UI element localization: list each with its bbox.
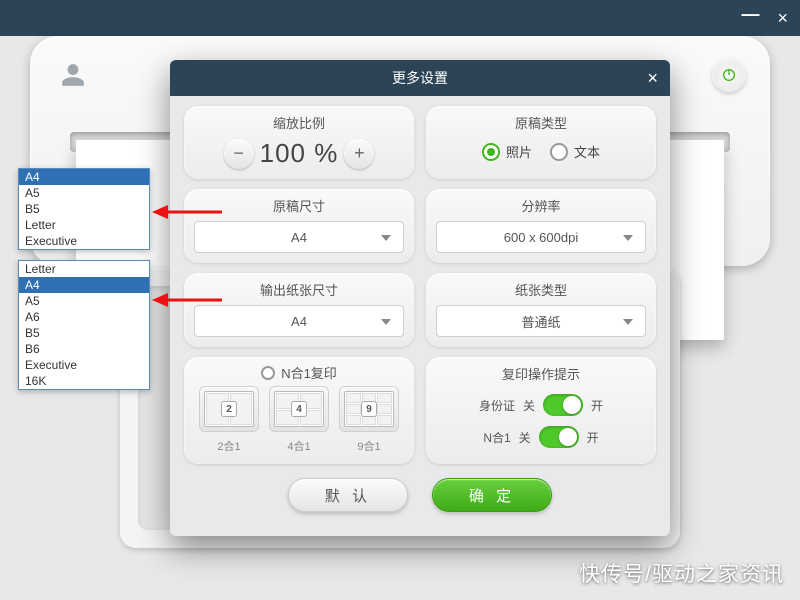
default-button[interactable]: 默 认 [288,478,408,512]
doctype-photo-radio[interactable]: 照片 [482,142,532,161]
dialog-title: 更多设置 [392,68,448,88]
list-item[interactable]: Letter [19,261,149,277]
list-item[interactable]: A4 [19,169,149,185]
nin1-4-option[interactable]: 4 [269,386,329,432]
resolution-label: 分辨率 [436,195,646,221]
user-icon [56,58,90,92]
app-titlebar: — × [0,0,800,36]
outsize-dropdown[interactable]: A4 [194,305,404,337]
list-item[interactable]: Executive [19,233,149,249]
tips-id-toggle[interactable] [543,394,583,416]
more-settings-dialog: 更多设置 × 缩放比例 − 100 % + 原稿类型 照片 文本 原稿尺寸 A4… [170,60,670,536]
outsize-options-list[interactable]: LetterA4A5A6B5B6Executive16K [18,260,150,390]
copy-tips-label: 复印操作提示 [436,363,646,389]
zoom-card: 缩放比例 − 100 % + [184,106,414,179]
copy-tips-card: 复印操作提示 身份证 关 开 N合1 关 开 [426,357,656,464]
tips-on-label: 开 [591,397,603,414]
list-item[interactable]: B5 [19,325,149,341]
doctype-label: 原稿类型 [436,112,646,138]
docsize-label: 原稿尺寸 [194,195,404,221]
list-item[interactable]: B6 [19,341,149,357]
list-item[interactable]: B5 [19,201,149,217]
tips-on-label: 开 [587,429,599,446]
chevron-down-icon [623,319,633,325]
nin1-2-option[interactable]: 2 [199,386,259,432]
power-button[interactable] [712,58,746,92]
papertype-label: 纸张类型 [436,279,646,305]
doctype-card: 原稿类型 照片 文本 [426,106,656,179]
nin1-sub-labels: 2合14合19合1 [194,434,404,454]
list-item[interactable]: Letter [19,217,149,233]
docsize-dropdown[interactable]: A4 [194,221,404,253]
resolution-dropdown[interactable]: 600 x 600dpi [436,221,646,253]
papertype-card: 纸张类型 普通纸 [426,273,656,347]
ok-button[interactable]: 确 定 [432,478,552,512]
dialog-close-button[interactable]: × [647,68,658,89]
zoom-minus-button[interactable]: − [224,139,254,169]
list-item[interactable]: 16K [19,373,149,389]
zoom-value: 100 % [260,138,339,169]
list-item[interactable]: Executive [19,357,149,373]
list-item[interactable]: A5 [19,185,149,201]
list-item[interactable]: A5 [19,293,149,309]
docsize-options-list[interactable]: A4A5B5LetterExecutive [18,168,150,250]
list-item[interactable]: A4 [19,277,149,293]
tips-off-label: 关 [519,429,531,446]
nin1-card: N合1复印 2 4 9 2合14合19合1 [184,357,414,464]
tips-id-label: 身份证 [479,397,515,414]
list-item[interactable]: A6 [19,309,149,325]
close-button[interactable]: × [777,9,788,27]
annotation-arrow-icon [150,200,225,224]
chevron-down-icon [381,235,391,241]
papertype-dropdown[interactable]: 普通纸 [436,305,646,337]
nin1-label: N合1复印 [194,363,404,382]
annotation-arrow-icon [150,288,225,312]
tips-off-label: 关 [523,397,535,414]
zoom-plus-button[interactable]: + [344,139,374,169]
watermark-text: 快传号/驱动之家资讯 [579,558,784,588]
minimize-button[interactable]: — [741,5,759,23]
chevron-down-icon [381,319,391,325]
tips-n-toggle[interactable] [539,426,579,448]
nin1-9-option[interactable]: 9 [339,386,399,432]
outsize-label: 输出纸张尺寸 [194,279,404,305]
doctype-text-radio[interactable]: 文本 [550,142,600,161]
zoom-label: 缩放比例 [194,112,404,138]
chevron-down-icon [623,235,633,241]
tips-n-label: N合1 [483,429,510,446]
resolution-card: 分辨率 600 x 600dpi [426,189,656,263]
dialog-header: 更多设置 × [170,60,670,96]
